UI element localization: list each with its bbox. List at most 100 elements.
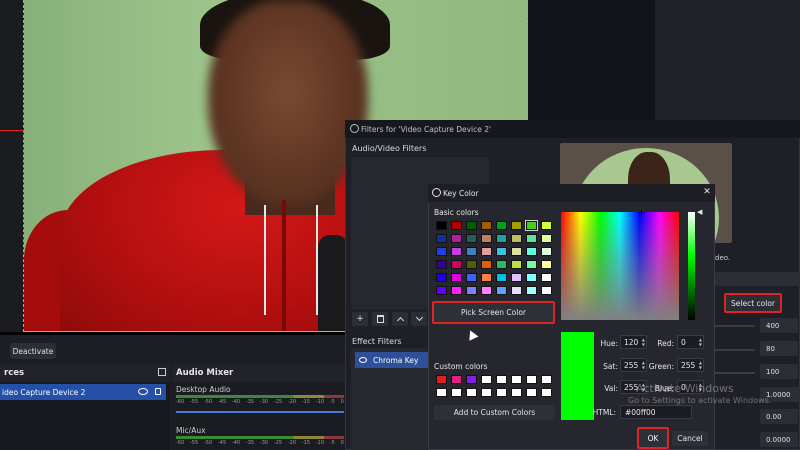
basic-color-swatch[interactable] bbox=[511, 260, 522, 269]
spill-slider[interactable] bbox=[715, 372, 755, 374]
basic-color-swatch[interactable] bbox=[481, 221, 492, 230]
visibility-eye-icon[interactable] bbox=[138, 388, 148, 395]
dock-undock-icon[interactable] bbox=[158, 368, 166, 376]
mic-aux-meter bbox=[176, 436, 344, 439]
smoothness-spinbox[interactable]: 80 bbox=[760, 341, 798, 356]
cancel-button[interactable]: Cancel bbox=[672, 431, 708, 446]
custom-color-swatch[interactable] bbox=[541, 375, 552, 384]
color-spectrum-picker[interactable] bbox=[561, 212, 679, 320]
spill-spinbox[interactable]: 100 bbox=[760, 364, 798, 379]
custom-color-swatch[interactable] bbox=[466, 388, 477, 397]
basic-color-swatch[interactable] bbox=[451, 247, 462, 256]
basic-color-swatch[interactable] bbox=[436, 234, 447, 243]
remove-filter-button[interactable] bbox=[372, 312, 388, 326]
basic-color-swatch[interactable] bbox=[526, 273, 537, 282]
basic-color-swatch[interactable] bbox=[541, 260, 552, 269]
basic-color-swatch[interactable] bbox=[541, 234, 552, 243]
pick-screen-color-button[interactable]: Pick Screen Color bbox=[432, 301, 555, 324]
custom-color-swatch[interactable] bbox=[511, 375, 522, 384]
key-color-type-dropdown[interactable] bbox=[715, 272, 800, 286]
custom-color-swatch[interactable] bbox=[481, 375, 492, 384]
basic-color-swatch[interactable] bbox=[525, 220, 538, 231]
basic-color-swatch[interactable] bbox=[466, 247, 477, 256]
basic-color-swatch[interactable] bbox=[436, 247, 447, 256]
basic-color-swatch[interactable] bbox=[451, 260, 462, 269]
custom-color-swatch[interactable] bbox=[541, 388, 552, 397]
basic-color-swatch[interactable] bbox=[541, 286, 552, 295]
basic-color-swatch[interactable] bbox=[451, 286, 462, 295]
basic-color-swatch[interactable] bbox=[496, 273, 507, 282]
basic-color-swatch[interactable] bbox=[466, 221, 477, 230]
basic-color-swatch[interactable] bbox=[436, 221, 447, 230]
similarity-spinbox[interactable]: 400 bbox=[760, 318, 798, 333]
basic-color-swatch[interactable] bbox=[451, 221, 462, 230]
basic-color-swatch[interactable] bbox=[466, 260, 477, 269]
custom-color-swatch[interactable] bbox=[526, 388, 537, 397]
basic-color-swatch[interactable] bbox=[481, 247, 492, 256]
basic-color-swatch[interactable] bbox=[526, 286, 537, 295]
move-up-button[interactable] bbox=[392, 312, 408, 326]
basic-color-swatch[interactable] bbox=[496, 247, 507, 256]
custom-color-swatch[interactable] bbox=[466, 375, 477, 384]
lock-icon[interactable] bbox=[155, 388, 161, 395]
basic-color-swatch[interactable] bbox=[526, 260, 537, 269]
basic-color-swatch[interactable] bbox=[541, 221, 552, 230]
custom-color-swatch[interactable] bbox=[436, 388, 447, 397]
basic-color-swatch[interactable] bbox=[496, 221, 507, 230]
close-icon[interactable]: ✕ bbox=[702, 187, 712, 197]
desktop-audio-volume-slider[interactable] bbox=[176, 411, 344, 413]
html-color-input[interactable]: #00ff00 bbox=[620, 405, 692, 419]
basic-color-swatch[interactable] bbox=[466, 234, 477, 243]
add-to-custom-colors-button[interactable]: Add to Custom Colors bbox=[434, 405, 555, 420]
basic-color-swatch[interactable] bbox=[436, 286, 447, 295]
luminance-slider[interactable] bbox=[688, 212, 695, 320]
basic-color-swatch[interactable] bbox=[511, 221, 522, 230]
custom-color-swatch[interactable] bbox=[496, 375, 507, 384]
red-spinbox[interactable]: 0 ▲ ▼ bbox=[677, 335, 704, 349]
basic-color-swatch[interactable] bbox=[466, 286, 477, 295]
ok-button[interactable]: OK bbox=[637, 427, 669, 449]
custom-color-swatch[interactable] bbox=[451, 375, 462, 384]
custom-color-swatch[interactable] bbox=[451, 388, 462, 397]
eye-icon[interactable] bbox=[359, 357, 367, 363]
basic-color-swatch[interactable] bbox=[436, 273, 447, 282]
contrast-spinbox[interactable]: 0.00 bbox=[760, 409, 798, 424]
basic-color-swatch[interactable] bbox=[481, 260, 492, 269]
basic-color-swatch[interactable] bbox=[526, 247, 537, 256]
basic-color-swatch[interactable] bbox=[451, 273, 462, 282]
basic-color-swatch[interactable] bbox=[511, 234, 522, 243]
basic-color-swatch[interactable] bbox=[541, 247, 552, 256]
move-down-button[interactable] bbox=[411, 312, 427, 326]
effect-filter-chroma-key[interactable]: Chroma Key bbox=[355, 352, 429, 368]
basic-color-swatch[interactable] bbox=[481, 234, 492, 243]
basic-color-swatch[interactable] bbox=[481, 286, 492, 295]
basic-color-swatch[interactable] bbox=[496, 260, 507, 269]
select-color-button[interactable]: Select color bbox=[724, 293, 782, 313]
basic-color-swatch[interactable] bbox=[466, 273, 477, 282]
add-filter-button[interactable]: + bbox=[352, 312, 368, 326]
similarity-slider[interactable] bbox=[715, 325, 755, 327]
smoothness-slider[interactable] bbox=[715, 349, 755, 351]
green-spinbox[interactable]: 255 ▲ ▼ bbox=[677, 358, 704, 372]
deactivate-button[interactable]: Deactivate bbox=[10, 343, 56, 359]
basic-color-swatch[interactable] bbox=[511, 286, 522, 295]
source-item-video-capture[interactable]: ideo Capture Device 2 bbox=[0, 384, 166, 400]
basic-color-swatch[interactable] bbox=[481, 273, 492, 282]
basic-color-swatch[interactable] bbox=[541, 273, 552, 282]
custom-color-swatch[interactable] bbox=[511, 388, 522, 397]
hue-spinbox[interactable]: 120 ▲ ▼ bbox=[620, 335, 647, 349]
custom-color-swatch[interactable] bbox=[481, 388, 492, 397]
custom-color-swatch[interactable] bbox=[526, 375, 537, 384]
basic-color-swatch[interactable] bbox=[496, 286, 507, 295]
desktop-audio-meter bbox=[176, 395, 344, 398]
basic-color-swatch[interactable] bbox=[511, 273, 522, 282]
basic-color-swatch[interactable] bbox=[451, 234, 462, 243]
custom-color-swatch[interactable] bbox=[436, 375, 447, 384]
brightness-spinbox[interactable]: 0.0000 bbox=[760, 432, 798, 447]
basic-color-swatch[interactable] bbox=[526, 234, 537, 243]
basic-color-swatch[interactable] bbox=[511, 247, 522, 256]
sat-spinbox[interactable]: 255 ▲ ▼ bbox=[620, 358, 647, 372]
basic-color-swatch[interactable] bbox=[436, 260, 447, 269]
basic-color-swatch[interactable] bbox=[496, 234, 507, 243]
custom-color-swatch[interactable] bbox=[496, 388, 507, 397]
